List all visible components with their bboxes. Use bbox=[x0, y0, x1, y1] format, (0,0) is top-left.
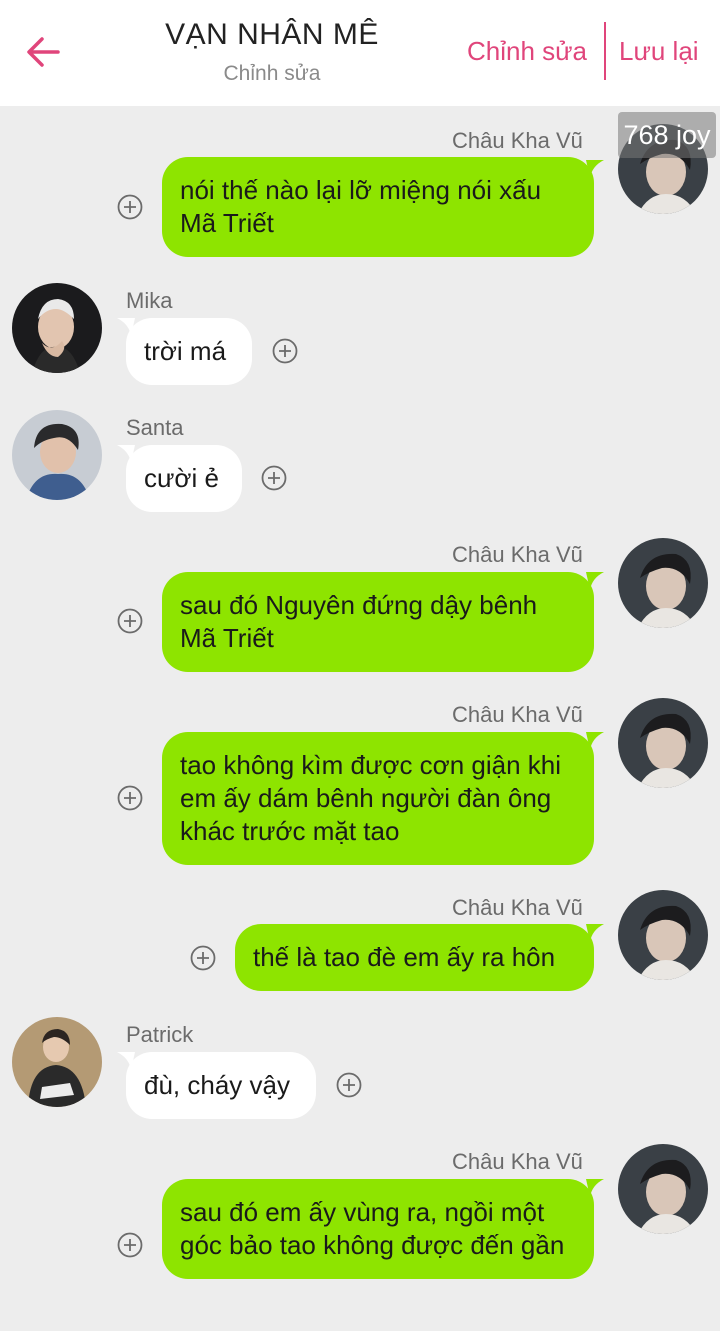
avatar-santa[interactable] bbox=[12, 410, 102, 500]
message-bubble[interactable]: trời má bbox=[126, 318, 252, 385]
top-bar: VẠN NHÂN MÊ Chỉnh sửa Chỉnh sửa Lưu lại bbox=[0, 0, 720, 106]
add-reaction-icon[interactable] bbox=[117, 608, 143, 634]
avatar-patrick[interactable] bbox=[12, 1017, 102, 1107]
message-bubble[interactable]: sau đó em ấy vùng ra, ngồi một góc bảo t… bbox=[162, 1179, 594, 1279]
avatar-mika[interactable] bbox=[12, 283, 102, 373]
edit-button[interactable]: Chỉnh sửa bbox=[467, 36, 587, 67]
message-bubble[interactable]: cười ẻ bbox=[126, 445, 242, 512]
chat-title: VẠN NHÂN MÊ bbox=[165, 18, 379, 51]
sender-name: Châu Kha Vũ bbox=[452, 542, 583, 567]
chat-subtitle: Chỉnh sửa bbox=[223, 62, 321, 85]
sender-name: Mika bbox=[126, 288, 173, 313]
avatar-chau-kha-vu[interactable] bbox=[618, 890, 708, 980]
message-bubble[interactable]: thế là tao đè em ấy ra hôn bbox=[235, 924, 594, 991]
sender-name: Patrick bbox=[126, 1022, 194, 1047]
message-bubble[interactable]: đù, cháy vậy bbox=[126, 1052, 316, 1119]
avatar-chau-kha-vu[interactable] bbox=[618, 538, 708, 628]
sender-name: Châu Kha Vũ bbox=[452, 1149, 583, 1174]
add-reaction-icon[interactable] bbox=[272, 338, 298, 364]
sender-name: Santa bbox=[126, 415, 184, 440]
sender-name: Châu Kha Vũ bbox=[452, 702, 583, 727]
avatar-chau-kha-vu[interactable] bbox=[618, 698, 708, 788]
add-reaction-icon[interactable] bbox=[261, 465, 287, 491]
message-bubble[interactable]: nói thế nào lại lỡ miệng nói xấu Mã Triế… bbox=[162, 157, 594, 257]
add-reaction-icon[interactable] bbox=[117, 1232, 143, 1258]
add-reaction-icon[interactable] bbox=[190, 945, 216, 971]
sender-name: Châu Kha Vũ bbox=[452, 895, 583, 920]
add-reaction-icon[interactable] bbox=[117, 785, 143, 811]
save-button[interactable]: Lưu lại bbox=[619, 36, 699, 67]
joy-badge: 768 joy bbox=[618, 112, 716, 158]
back-arrow-icon[interactable] bbox=[22, 30, 66, 74]
avatar-chau-kha-vu[interactable] bbox=[618, 1144, 708, 1234]
message-bubble[interactable]: tao không kìm được cơn giận khi em ấy dá… bbox=[162, 732, 594, 865]
message-bubble[interactable]: sau đó Nguyên đứng dậy bênh Mã Triết bbox=[162, 572, 594, 672]
add-reaction-icon[interactable] bbox=[117, 194, 143, 220]
sender-name: Châu Kha Vũ bbox=[452, 128, 583, 153]
add-reaction-icon[interactable] bbox=[336, 1072, 362, 1098]
header-divider bbox=[604, 22, 606, 80]
